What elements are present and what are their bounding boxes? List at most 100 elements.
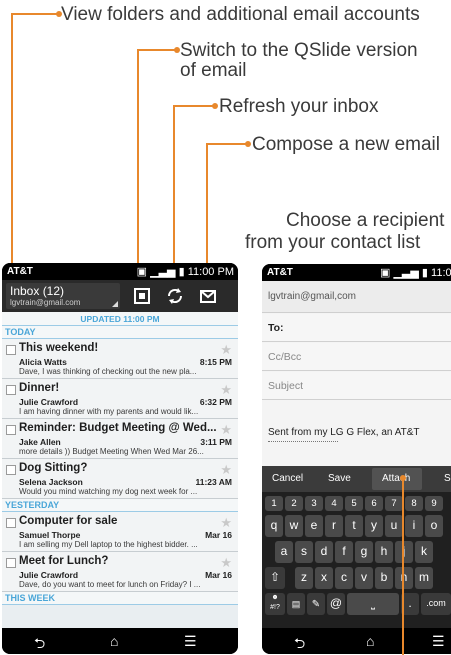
message-row[interactable]: Computer for sale ★ Samuel Thorpe Mar 16… <box>2 512 238 552</box>
callout-line <box>137 49 139 275</box>
subject-field[interactable]: Subject <box>262 372 451 400</box>
star-icon[interactable]: ★ <box>220 555 232 571</box>
com-key[interactable]: .com <box>421 593 451 615</box>
star-icon[interactable]: ★ <box>220 382 232 398</box>
callout-dot <box>400 475 406 481</box>
at-key[interactable]: @ <box>327 593 345 615</box>
key-d[interactable]: d <box>315 541 333 563</box>
status-bar: AT&T ▣ ▁▃▅ ▮ 11:0 <box>262 264 451 281</box>
callout-folders: View folders and additional email accoun… <box>61 4 420 25</box>
key-m[interactable]: m <box>415 567 433 589</box>
battery-icon: ▮ <box>421 267 428 279</box>
key-j[interactable]: j <box>395 541 413 563</box>
key-h[interactable]: h <box>375 541 393 563</box>
message-row[interactable]: Dog Sitting? ★ Selena Jackson 11:23 AM W… <box>2 459 238 499</box>
nfc-icon: ▣ <box>380 267 391 279</box>
message-row[interactable]: Reminder: Budget Meeting @ Wed... ★ Jake… <box>2 419 238 459</box>
key-e[interactable]: e <box>305 515 323 537</box>
key-n[interactable]: n <box>395 567 413 589</box>
callout-recipient: Choose a recipient <box>286 210 445 231</box>
key-4[interactable]: 4 <box>325 496 343 511</box>
compose-icon[interactable] <box>197 285 219 307</box>
cancel-button[interactable]: Cancel <box>272 473 303 484</box>
message-checkbox[interactable] <box>6 425 16 435</box>
key-k[interactable]: k <box>415 541 433 563</box>
home-icon[interactable]: ⌂ <box>110 633 118 649</box>
callout-line <box>402 479 404 655</box>
message-checkbox[interactable] <box>6 518 16 528</box>
from-account[interactable]: lgvtrain@gmail,com <box>262 281 451 313</box>
key-y[interactable]: y <box>365 515 383 537</box>
key-8[interactable]: 8 <box>405 496 423 511</box>
shift-key[interactable]: ⇧ <box>265 567 285 589</box>
message-preview: I am selling my Dell laptop to the highe… <box>19 540 198 549</box>
attach-button[interactable]: Attach <box>382 473 410 484</box>
clipboard-key[interactable]: ▤ <box>287 593 305 615</box>
to-field[interactable]: To: <box>262 314 451 342</box>
message-preview: I am having dinner with my parents and w… <box>19 407 199 416</box>
message-sender: Jake Allen <box>19 437 61 447</box>
emoji-sym-key[interactable]: ☻ #!? <box>265 593 285 615</box>
star-icon[interactable]: ★ <box>220 515 232 531</box>
star-icon[interactable]: ★ <box>220 342 232 358</box>
updated-label: UPDATED 11:00 PM <box>2 312 238 326</box>
handwriting-key[interactable]: ✎ <box>307 593 325 615</box>
key-q[interactable]: q <box>265 515 283 537</box>
key-c[interactable]: c <box>335 567 353 589</box>
key-2[interactable]: 2 <box>285 496 303 511</box>
key-6[interactable]: 6 <box>365 496 383 511</box>
message-time: Mar 16 <box>205 530 232 540</box>
callout-line <box>137 49 176 51</box>
key-w[interactable]: w <box>285 515 303 537</box>
signature-divider <box>268 441 338 445</box>
message-time: 3:11 PM <box>200 437 232 447</box>
refresh-icon[interactable] <box>164 285 186 307</box>
key-7[interactable]: 7 <box>385 496 403 511</box>
key-x[interactable]: x <box>315 567 333 589</box>
nav-bar: ⮌ ⌂ ☰ <box>2 628 238 654</box>
save-button[interactable]: Save <box>328 473 351 484</box>
star-icon[interactable]: ★ <box>220 462 232 478</box>
key-a[interactable]: a <box>275 541 293 563</box>
star-icon[interactable]: ★ <box>220 422 232 438</box>
message-time: Mar 16 <box>205 570 232 580</box>
key-5[interactable]: 5 <box>345 496 363 511</box>
key-9[interactable]: 9 <box>425 496 443 511</box>
nav-bar: ⮌ ⌂ ☰ <box>262 628 451 654</box>
message-checkbox[interactable] <box>6 465 16 475</box>
menu-icon[interactable]: ☰ <box>184 633 197 650</box>
key-1[interactable]: 1 <box>265 496 283 511</box>
key-g[interactable]: g <box>355 541 373 563</box>
message-checkbox[interactable] <box>6 345 16 355</box>
message-checkbox[interactable] <box>6 558 16 568</box>
key-u[interactable]: u <box>385 515 403 537</box>
message-row[interactable]: Meet for Lunch? ★ Julie Crawford Mar 16 … <box>2 552 238 592</box>
clipboard-icon: ▤ <box>291 599 301 609</box>
message-row[interactable]: Dinner! ★ Julie Crawford 6:32 PM I am ha… <box>2 379 238 419</box>
home-icon[interactable]: ⌂ <box>366 633 374 649</box>
signature-text[interactable]: Sent from my LG G Flex, an AT&T <box>268 427 420 438</box>
back-icon[interactable]: ⮌ <box>294 633 305 654</box>
send-button[interactable]: S <box>444 473 451 484</box>
message-subject: Dinner! <box>19 382 60 394</box>
key-i[interactable]: i <box>405 515 423 537</box>
qslide-icon[interactable] <box>131 285 153 307</box>
key-o[interactable]: o <box>425 515 443 537</box>
key-b[interactable]: b <box>375 567 393 589</box>
key-z[interactable]: z <box>295 567 313 589</box>
menu-icon[interactable]: ☰ <box>432 633 445 650</box>
key-s[interactable]: s <box>295 541 313 563</box>
callout-line <box>206 143 247 145</box>
callout-line <box>206 143 208 276</box>
folder-selector[interactable]: Inbox (12) lgvtrain@gmail.com <box>6 283 120 309</box>
key-t[interactable]: t <box>345 515 363 537</box>
key-3[interactable]: 3 <box>305 496 323 511</box>
key-v[interactable]: v <box>355 567 373 589</box>
cc-bcc-field[interactable]: Cc/Bcc <box>262 343 451 371</box>
message-row[interactable]: This weekend! ★ Alicia Watts 8:15 PM Dav… <box>2 339 238 379</box>
key-f[interactable]: f <box>335 541 353 563</box>
back-icon[interactable]: ⮌ <box>34 633 45 654</box>
space-key[interactable]: ⎵ <box>347 593 399 615</box>
message-checkbox[interactable] <box>6 385 16 395</box>
key-r[interactable]: r <box>325 515 343 537</box>
